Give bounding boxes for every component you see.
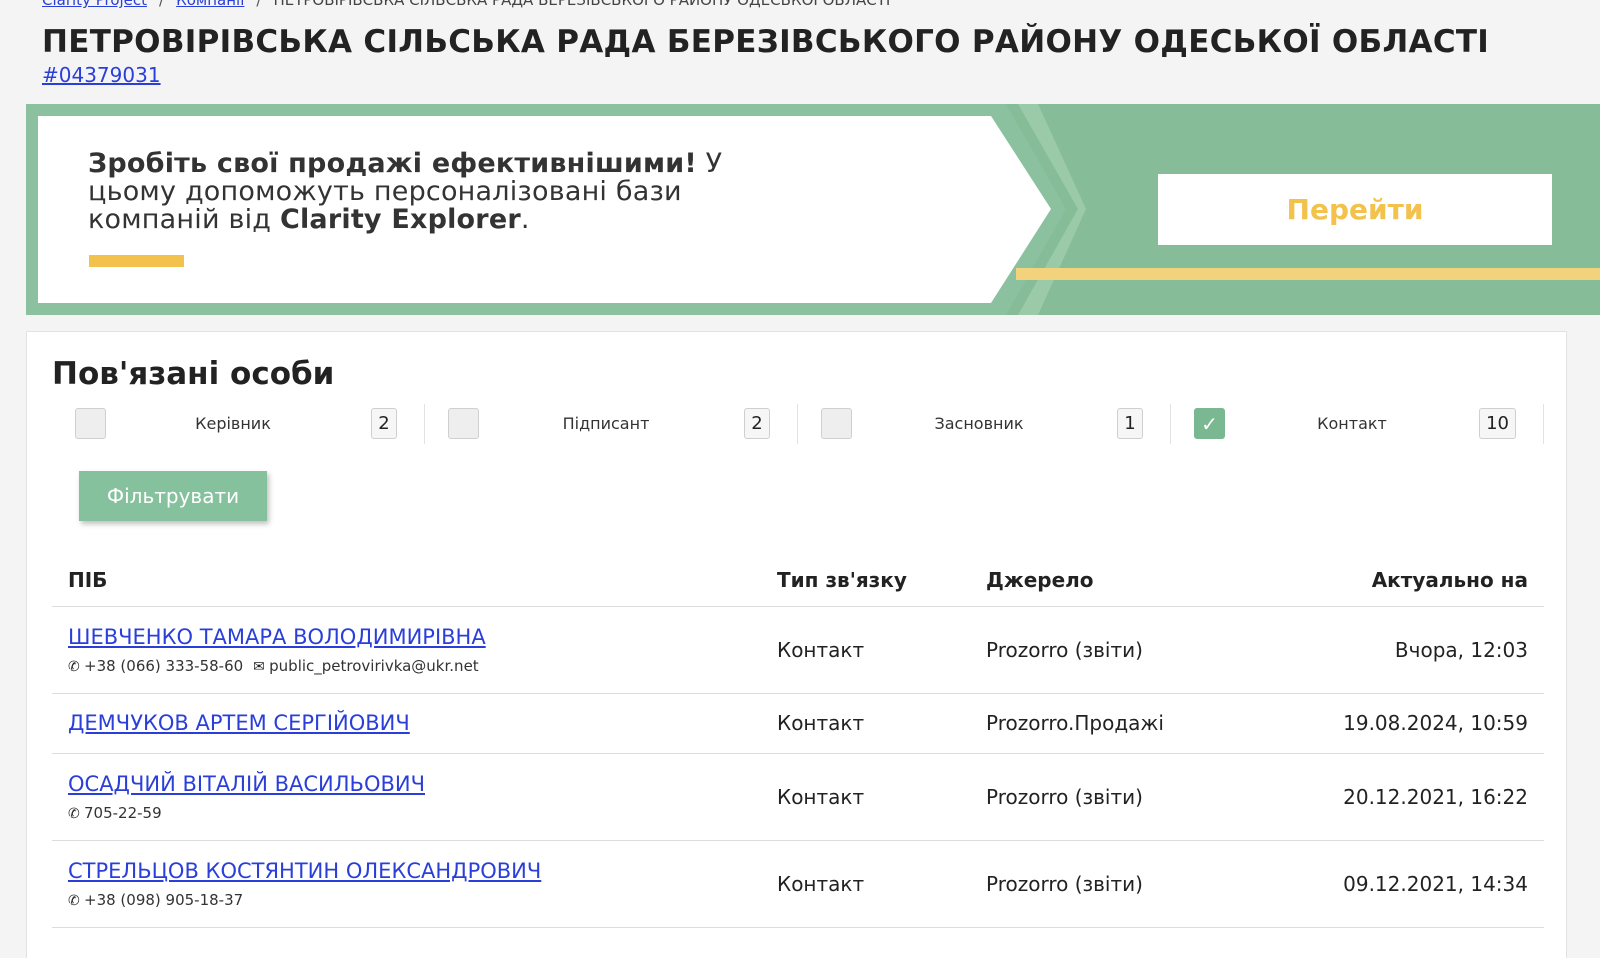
source: Prozorro (звіти) [970, 606, 1270, 694]
envelope-icon: ✉ [253, 658, 265, 675]
filter-founder-checkbox[interactable] [821, 408, 852, 439]
person-name-link[interactable]: ДЕМЧУКОВ АРТЕМ СЕРГІЙОВИЧ [68, 711, 410, 735]
page-title: ПЕТРОВІРІВСЬКА СІЛЬСЬКА РАДА БЕРЕЗІВСЬКО… [42, 24, 1490, 60]
related-persons-table: ПІБ Тип зв'язку Джерело Актуально на ШЕВ… [52, 554, 1544, 928]
promo-banner: Зробіть свої продажі ефективнішими! У ць… [26, 104, 1600, 315]
relation-type: Контакт [761, 606, 970, 694]
banner-go-button[interactable]: Перейти [1158, 174, 1552, 245]
column-header-type[interactable]: Тип зв'язку [761, 554, 970, 607]
filter-manager-count: 2 [371, 408, 397, 439]
person-cell: ОСАДЧИЙ ВІТАЛІЙ ВАСИЛЬОВИЧ ✆ 705-22-59 [52, 753, 761, 841]
person-cell: СТРЕЛЬЦОВ КОСТЯНТИН ОЛЕКСАНДРОВИЧ ✆ +38 (… [52, 840, 761, 928]
filter-contact[interactable]: ✓ Контакт 10 [1172, 402, 1544, 446]
person-contacts: ✆ +38 (098) 905-18-37 [68, 891, 745, 909]
filter-signatory-count: 2 [744, 408, 770, 439]
banner-accent-line [89, 255, 184, 267]
related-persons-card: Пов'язані особи Керівник 2 Підписант 2 З… [26, 331, 1567, 958]
actual-date: 20.12.2021, 16:22 [1270, 753, 1544, 841]
table-row: ДЕМЧУКОВ АРТЕМ СЕРГІЙОВИЧ Контакт Prozor… [52, 693, 1544, 754]
filter-contact-count: 10 [1479, 408, 1516, 439]
relation-type: Контакт [761, 840, 970, 928]
person-name-link[interactable]: ОСАДЧИЙ ВІТАЛІЙ ВАСИЛЬОВИЧ [68, 772, 425, 796]
table-row: ШЕВЧЕНКО ТАМАРА ВОЛОДИМИРІВНА ✆ +38 (066)… [52, 606, 1544, 694]
table-row: СТРЕЛЬЦОВ КОСТЯНТИН ОЛЕКСАНДРОВИЧ ✆ +38 (… [52, 840, 1544, 928]
filter-divider [1543, 404, 1544, 444]
banner-message: Зробіть свої продажі ефективнішими! У ць… [88, 148, 723, 235]
breadcrumb-link-home[interactable]: Clarity Project [42, 0, 147, 9]
filter-divider [797, 404, 798, 444]
person-name-link[interactable]: ШЕВЧЕНКО ТАМАРА ВОЛОДИМИРІВНА [68, 625, 486, 649]
relation-type: Контакт [761, 693, 970, 754]
actual-date: 09.12.2021, 14:34 [1270, 840, 1544, 928]
phone-number: 705-22-59 [84, 803, 162, 822]
column-header-date[interactable]: Актуально на [1270, 554, 1544, 607]
section-title: Пов'язані особи [52, 356, 335, 392]
filter-manager-label: Керівник [195, 414, 271, 433]
breadcrumb-current: ПЕТРОВІРІВСЬКА СІЛЬСЬКА РАДА БЕРЕЗІВСЬКО… [273, 0, 891, 9]
breadcrumb-link-companies[interactable]: Компанії [176, 0, 244, 9]
phone-icon: ✆ [68, 805, 80, 822]
person-contacts: ✆ 705-22-59 [68, 804, 745, 822]
filter-founder[interactable]: Засновник 1 [799, 402, 1171, 446]
filter-signatory-label: Підписант [562, 414, 650, 433]
filter-divider [1170, 404, 1171, 444]
filter-contact-label: Контакт [1317, 414, 1387, 433]
filter-group: Керівник 2 Підписант 2 Засновник 1 ✓ Кон… [53, 402, 1544, 448]
filter-signatory[interactable]: Підписант 2 [426, 402, 798, 446]
phone-number: +38 (066) 333-58-60 [84, 656, 244, 675]
relation-type: Контакт [761, 753, 970, 841]
source: Prozorro.Продажі [970, 693, 1270, 754]
filter-manager[interactable]: Керівник 2 [53, 402, 425, 446]
filter-founder-label: Засновник [934, 414, 1024, 433]
table-header-row: ПІБ Тип зв'язку Джерело Актуально на [52, 554, 1544, 607]
filter-signatory-checkbox[interactable] [448, 408, 479, 439]
person-cell: ДЕМЧУКОВ АРТЕМ СЕРГІЙОВИЧ [52, 693, 761, 754]
filter-contact-checkbox[interactable]: ✓ [1194, 408, 1225, 439]
phone-icon: ✆ [68, 892, 80, 909]
column-header-name[interactable]: ПІБ [52, 554, 761, 607]
table-row: ОСАДЧИЙ ВІТАЛІЙ ВАСИЛЬОВИЧ ✆ 705-22-59 Ко… [52, 753, 1544, 841]
person-contacts: ✆ +38 (066) 333-58-60 ✉ public_petrovirivka… [68, 657, 745, 675]
filter-manager-checkbox[interactable] [75, 408, 106, 439]
phone-icon: ✆ [68, 658, 80, 675]
source: Prozorro (звіти) [970, 840, 1270, 928]
actual-date: 19.08.2024, 10:59 [1270, 693, 1544, 754]
filter-divider [424, 404, 425, 444]
source: Prozorro (звіти) [970, 753, 1270, 841]
person-cell: ШЕВЧЕНКО ТАМАРА ВОЛОДИМИРІВНА ✆ +38 (066)… [52, 606, 761, 694]
filter-founder-count: 1 [1117, 408, 1143, 439]
breadcrumb: Clarity Project / Компанії / ПЕТРОВІРІВСЬКА … [42, 0, 890, 9]
person-name-link[interactable]: СТРЕЛЬЦОВ КОСТЯНТИН ОЛЕКСАНДРОВИЧ [68, 859, 541, 883]
company-code-link[interactable]: #04379031 [42, 63, 161, 87]
column-header-source[interactable]: Джерело [970, 554, 1270, 607]
filter-button[interactable]: Фільтрувати [79, 471, 267, 521]
actual-date: Вчора, 12:03 [1270, 606, 1544, 694]
email-address: public_petrovirivka@ukr.net [269, 656, 479, 675]
phone-number: +38 (098) 905-18-37 [84, 890, 244, 909]
